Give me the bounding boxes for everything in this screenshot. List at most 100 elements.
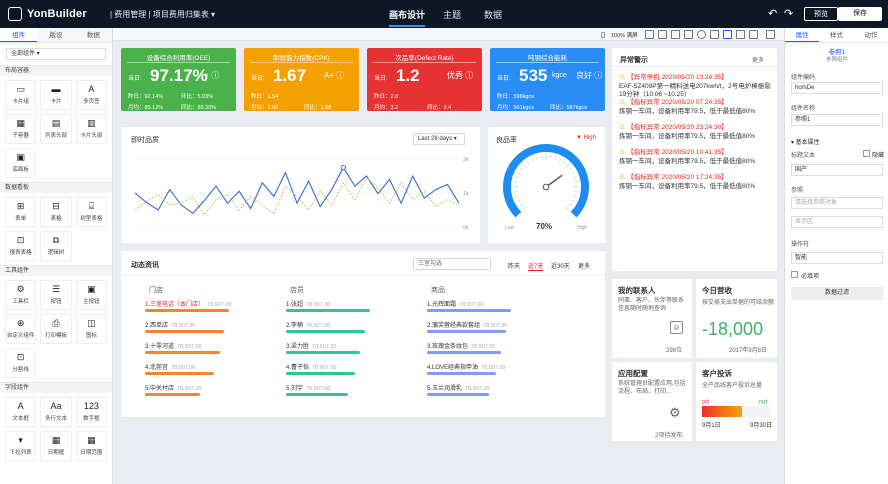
- news-row[interactable]: 3.梁力胜 78,907.00: [286, 341, 416, 355]
- news-row[interactable]: 1.光辉面霜 78,907.00: [427, 299, 557, 313]
- news-row[interactable]: 5.刘宇 78,907.00: [286, 383, 416, 397]
- component-tile[interactable]: ⊡ 分割线: [5, 348, 37, 378]
- component-tile[interactable]: ▣ 主按钮: [75, 280, 107, 310]
- operator-select[interactable]: 智能: [791, 252, 883, 264]
- component-tile[interactable]: ▣ 底面板: [5, 148, 37, 178]
- filter-7days[interactable]: 近7天: [528, 261, 544, 271]
- device-icon[interactable]: ▯: [601, 30, 605, 39]
- news-filter-select[interactable]: 三室勾选: [413, 258, 491, 270]
- alarm-item[interactable]: ⚠ 【指标异常 2020/05/20 17:24:35】 炼钢一车间，设备利用率7…: [619, 174, 771, 191]
- required-checkbox[interactable]: [791, 271, 798, 278]
- component-tile[interactable]: 123 数字框: [75, 397, 107, 427]
- component-tile[interactable]: Aa 多行文本: [40, 397, 72, 427]
- component-tile[interactable]: ⚙ 工具栏: [5, 280, 37, 310]
- layout-icon[interactable]: [766, 30, 775, 39]
- component-tile[interactable]: ◫ 图标: [75, 314, 107, 344]
- layout-icon[interactable]: [710, 30, 719, 39]
- layout-icon[interactable]: [645, 30, 654, 39]
- component-tile[interactable]: A 多页签: [75, 80, 107, 110]
- component-tile[interactable]: ▭ 卡片组: [5, 80, 37, 110]
- news-row[interactable]: 4.北苑宫 78,907.00: [145, 362, 275, 376]
- news-row[interactable]: 3.十零河道 78,907.00: [145, 341, 275, 355]
- gauge-tick: [515, 195, 519, 198]
- news-row[interactable]: 4.LOVE经典指甲油 78,907.00: [427, 362, 557, 376]
- grid-icon[interactable]: [684, 30, 693, 39]
- layout-icon[interactable]: [671, 30, 680, 39]
- news-row[interactable]: 5.中关村店 78,907.00: [145, 383, 275, 397]
- zoom-level[interactable]: 100% 满屏: [611, 31, 638, 39]
- menu-theme[interactable]: 主题: [443, 8, 461, 21]
- quality-line-chart: 2k 1k 0k: [134, 157, 469, 231]
- group-title[interactable]: 布局容器: [0, 65, 112, 76]
- group-title[interactable]: 数据看板: [0, 182, 112, 193]
- hide-checkbox[interactable]: [863, 150, 870, 157]
- alarm-item[interactable]: ⚠ 【指标异常 2020/05/20 07:24:35】 炼钢一车间，设备利用率7…: [619, 99, 771, 116]
- component-tile[interactable]: ⊕ 自定义组件: [5, 314, 37, 344]
- menu-canvas-design[interactable]: 画布设计: [389, 8, 426, 27]
- component-tile[interactable]: ▥ 卡片头部: [75, 114, 107, 144]
- component-tile[interactable]: ▦ 日期范围: [75, 431, 107, 461]
- layout-icon[interactable]: [736, 30, 745, 39]
- contacts-title: 我的联系人: [618, 286, 656, 295]
- layout-icon[interactable]: [658, 30, 667, 39]
- component-tile[interactable]: ⊟ 表格: [40, 197, 72, 227]
- ref-select[interactable]: 请选择参照对象: [791, 197, 883, 209]
- tab-components[interactable]: 组件: [0, 28, 38, 42]
- alarm-item[interactable]: ⚠ 【指标异常 2020/05/20 23:24:30】 炼钢一车间，设备利用率7…: [619, 124, 771, 141]
- basic-props-header[interactable]: ▾ 基本属性: [791, 137, 820, 146]
- news-row[interactable]: 2.蒲芙蓉经典款套组 78,907.00: [427, 320, 557, 334]
- component-tile[interactable]: ⧉ 逻辑树: [40, 231, 72, 261]
- layout-icon[interactable]: [723, 30, 732, 39]
- news-row-bar: [145, 372, 214, 375]
- component-tile[interactable]: A 文本框: [5, 397, 37, 427]
- component-tile[interactable]: ☰ 按钮: [40, 280, 72, 310]
- component-tile[interactable]: ▾ 下拉列表: [5, 431, 37, 461]
- news-row[interactable]: 1.三室电话（本门店） 78,907.00: [145, 299, 275, 313]
- alarm-item[interactable]: ⚠ 【指标异常 2020/05/20 10:41:35】 炼钢一车间，设备利用率7…: [619, 149, 771, 166]
- contacts-card[interactable]: 我的联系人 同事、客户、伙伴等联系信息随时随地查询 ☺ 298位: [612, 279, 692, 358]
- news-row[interactable]: 1.张超 78,907.00: [286, 299, 416, 313]
- component-tile[interactable]: ⎙ 打印模板: [40, 314, 72, 344]
- code-input[interactable]: homDe: [791, 82, 883, 94]
- layout-icon[interactable]: [749, 30, 758, 39]
- component-tile[interactable]: ⌸ 树型表格: [75, 197, 107, 227]
- filter-yesterday[interactable]: 昨天: [508, 261, 520, 270]
- tab-properties[interactable]: 属性: [785, 28, 820, 42]
- news-row[interactable]: 2.西单店 78,907.00: [145, 320, 275, 334]
- news-row[interactable]: 5.玉兰润滑乳 78,907.00: [427, 383, 557, 397]
- component-tile[interactable]: ▬ 卡片: [40, 80, 72, 110]
- alarm-item[interactable]: ⚠ 【异常停机 2020/05/20 10:24:35】 EAF-5Z409P第一…: [619, 74, 771, 100]
- group-title[interactable]: 字段组件: [0, 382, 112, 393]
- tab-layout[interactable]: 版设: [37, 28, 74, 42]
- redo-icon[interactable]: ↷: [784, 7, 793, 20]
- news-row[interactable]: 2.李楠 78,907.00: [286, 320, 416, 334]
- component-tile[interactable]: ▤ 列表头部: [40, 114, 72, 144]
- menu-data[interactable]: 数据: [484, 8, 502, 21]
- app-config-card[interactable]: 应用配置 系统管理员配置应用,包括流程、布局、打印... ⚙ 2项待发布: [612, 362, 692, 441]
- breadcrumb[interactable]: | 费用管理 | 项目费用归集表 ▾: [110, 9, 215, 20]
- filter-30days[interactable]: 近30天: [551, 261, 570, 270]
- news-row[interactable]: 4.曹子怡 78,907.00: [286, 362, 416, 376]
- component-tile[interactable]: ▦ 日期框: [40, 431, 72, 461]
- alarm-more-link[interactable]: 更多: [752, 55, 764, 64]
- display-area-input[interactable]: 显示区: [791, 216, 883, 228]
- data-filter-button[interactable]: 数据过滤: [791, 287, 883, 300]
- preview-button[interactable]: 预览: [804, 7, 838, 21]
- component-tile[interactable]: ⊡ 报表表格: [5, 231, 37, 261]
- component-filter-select[interactable]: 全部组件 ▾: [6, 48, 106, 60]
- news-row[interactable]: 3.玫瑰金条纹包 78,907.00: [427, 341, 557, 355]
- undo-icon[interactable]: ↶: [768, 7, 777, 20]
- component-tile[interactable]: ▦ 子容器: [5, 114, 37, 144]
- title-text-input[interactable]: 国产: [791, 164, 883, 176]
- filter-more[interactable]: 更多: [578, 261, 590, 270]
- theme-icon[interactable]: [697, 30, 706, 39]
- tab-data[interactable]: 数据: [75, 28, 112, 42]
- design-canvas[interactable]: ▯ 100% 满屏 即时品质 Last 28 days ▾ 2k 1k 0k 良品率…: [113, 28, 784, 484]
- tab-style[interactable]: 样式: [819, 28, 853, 42]
- tab-actions[interactable]: 动作: [854, 28, 888, 42]
- component-tile[interactable]: ⊞ 表单: [5, 197, 37, 227]
- kpi-stat: 月均：1.60: [251, 105, 279, 111]
- group-title[interactable]: 工具组件: [0, 265, 112, 276]
- save-button[interactable]: 保存: [838, 7, 882, 21]
- name-input[interactable]: 参照1: [791, 114, 883, 126]
